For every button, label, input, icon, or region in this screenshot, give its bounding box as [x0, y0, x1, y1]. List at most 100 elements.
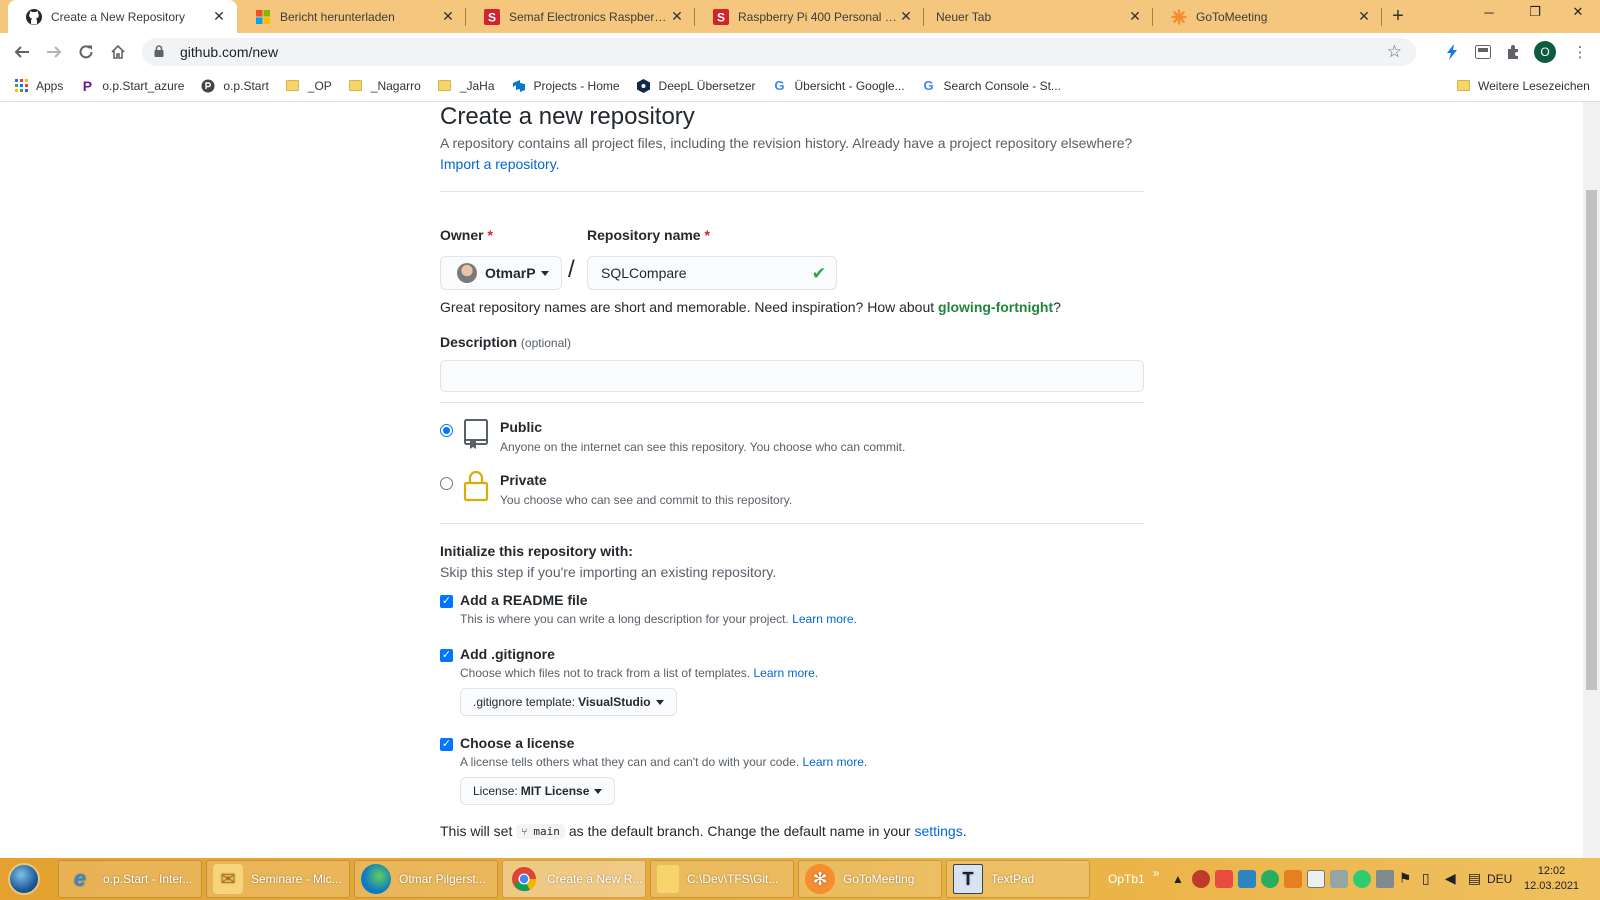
new-tab-button[interactable]: + [1382, 0, 1414, 33]
bookmark-projects-home[interactable]: Projects - Home [512, 79, 620, 93]
extensions-puzzle-icon[interactable] [1502, 40, 1526, 64]
license-title: Choose a license [460, 735, 575, 751]
learn-more-link[interactable]: Learn more. [753, 666, 818, 680]
power-icon[interactable]: ▯ [1422, 870, 1440, 888]
semaf-icon: S [484, 8, 500, 25]
restore-icon[interactable]: ❐ [1512, 0, 1558, 24]
tab-gotomeeting[interactable]: GoToMeeting ✕ [1153, 0, 1382, 33]
taskbar-toolbar[interactable]: OpTb1 » [1108, 858, 1159, 900]
flag-icon[interactable]: ⚑ [1399, 870, 1417, 888]
tab-semaf-raspberry[interactable]: S Semaf Electronics Raspberry Pi Offizie… [466, 0, 695, 33]
name-hint-suffix: ? [1053, 299, 1061, 315]
back-icon[interactable] [6, 36, 38, 68]
clock-time: 12:02 [1537, 865, 1566, 877]
readme-note: This is where you can write a long descr… [460, 612, 857, 626]
close-tab-icon[interactable]: ✕ [440, 8, 456, 25]
close-tab-icon[interactable]: ✕ [669, 8, 685, 25]
tray-network-icon[interactable] [1375, 870, 1394, 888]
bookmark-search-console[interactable]: G Search Console - St... [922, 78, 1060, 93]
language-indicator[interactable]: DEU [1487, 858, 1512, 900]
license-checkbox[interactable]: ✓ [440, 738, 453, 751]
page-scrollbar[interactable] [1583, 102, 1600, 858]
gitignore-note: Choose which files not to track from a l… [460, 666, 818, 680]
repository-name-input[interactable]: SQLCompare ✔ [587, 256, 837, 290]
owner-dropdown[interactable]: OtmarP [440, 256, 562, 290]
public-radio[interactable] [440, 424, 453, 437]
clock[interactable]: 12:02 12.03.2021 [1524, 858, 1579, 900]
gitignore-template-select[interactable]: .gitignore template: VisualStudio [460, 688, 677, 716]
tray-check-icon[interactable] [1352, 870, 1371, 888]
address-bar[interactable]: github.com/new ☆ [142, 38, 1416, 66]
network-icon[interactable]: ▤ [1468, 870, 1486, 888]
close-tab-icon[interactable]: ✕ [1356, 8, 1372, 25]
caret-down-icon [540, 270, 549, 276]
tray-app-icon[interactable] [1214, 870, 1233, 888]
forward-icon[interactable] [38, 36, 70, 68]
bookmark-label: o.p.Start [223, 78, 269, 93]
bookmark-deepl[interactable]: DeepL Übersetzer [637, 78, 755, 93]
name-suggestion-link[interactable]: glowing-fortnight [938, 299, 1053, 315]
extension-media-icon[interactable] [1471, 40, 1495, 64]
folder-icon [286, 79, 300, 93]
bookmark-folder-jaha[interactable]: _JaHa [438, 79, 495, 93]
tray-expand-icon[interactable]: ▲ [1172, 872, 1184, 886]
bookmark-label: Projects - Home [533, 78, 620, 93]
tray-app-icon[interactable] [1283, 870, 1302, 888]
import-repository-link[interactable]: Import a repository. [440, 156, 560, 172]
taskbar-item-edge[interactable]: Otmar Pilgerst... [354, 860, 498, 898]
windows-taskbar: e o.p.Start - Inter... ✉ Seminare - Mic.… [0, 858, 1600, 900]
tab-raspberry-pi-400[interactable]: S Raspberry Pi 400 Personal Computer ✕ [695, 0, 924, 33]
taskbar-item-gotomeeting[interactable]: ✻ GoToMeeting [798, 860, 942, 898]
folder-icon [1456, 79, 1470, 93]
close-tab-icon[interactable]: ✕ [211, 8, 227, 25]
reload-icon[interactable] [70, 36, 102, 68]
home-icon[interactable] [102, 36, 134, 68]
settings-link[interactable]: settings [914, 823, 962, 839]
chevron-icon[interactable]: » [1153, 866, 1160, 880]
learn-more-link[interactable]: Learn more. [792, 612, 857, 626]
bookmark-folder-nagarro[interactable]: _Nagarro [349, 79, 421, 93]
bookmark-google-uebersicht[interactable]: G Übersicht - Google... [772, 78, 905, 93]
scrollbar-thumb[interactable] [1586, 190, 1597, 690]
tray-shield-icon[interactable] [1237, 870, 1256, 888]
start-button[interactable] [0, 858, 48, 900]
readme-checkbox[interactable]: ✓ [440, 595, 453, 608]
close-window-icon[interactable]: ✕ [1556, 0, 1600, 24]
license-select[interactable]: License: MIT License [460, 777, 616, 805]
learn-more-link[interactable]: Learn more. [803, 755, 868, 769]
bookmark-opstart-azure[interactable]: P o.p.Start_azure [80, 78, 185, 94]
taskbar-item-textpad[interactable]: T TextPad [946, 860, 1090, 898]
bookmark-label: Übersicht - Google... [794, 78, 905, 93]
description-input[interactable] [440, 360, 1144, 392]
extension-lightning-icon[interactable] [1440, 40, 1464, 64]
svg-text:S: S [717, 10, 725, 24]
gitignore-checkbox[interactable]: ✓ [440, 649, 453, 662]
bookmark-other[interactable]: Weitere Lesezeichen [1456, 79, 1590, 93]
bookmark-star-icon[interactable]: ☆ [1387, 42, 1402, 62]
chrome-menu-icon[interactable]: ⋮ [1568, 40, 1592, 64]
taskbar-item-chrome[interactable]: Create a New R... [502, 860, 646, 898]
tab-create-repository[interactable]: Create a New Repository ✕ [8, 0, 237, 33]
taskbar-item-outlook[interactable]: ✉ Seminare - Mic... [206, 860, 350, 898]
minimize-icon[interactable]: ─ [1466, 0, 1512, 24]
tray-app-icon[interactable] [1329, 870, 1348, 888]
tray-app-icon[interactable] [1260, 870, 1279, 888]
public-title: Public [500, 419, 543, 435]
volume-icon[interactable]: ◀ [1445, 870, 1463, 888]
taskbar-item-explorer[interactable]: C:\Dev\TFS\Git... [650, 860, 794, 898]
private-radio[interactable] [440, 477, 453, 490]
tray-app-icon[interactable] [1191, 870, 1210, 888]
bookmark-apps[interactable]: Apps [14, 79, 63, 93]
bookmark-folder-op[interactable]: _OP [286, 79, 332, 93]
taskbar-item-ie[interactable]: e o.p.Start - Inter... [58, 860, 202, 898]
bookmark-opstart[interactable]: o.p.Start [201, 78, 269, 93]
required-mark: * [487, 227, 493, 243]
tray-monitor-icon[interactable] [1306, 870, 1325, 888]
tab-bericht[interactable]: Bericht herunterladen ✕ [237, 0, 466, 33]
private-title: Private [500, 472, 547, 488]
close-tab-icon[interactable]: ✕ [1127, 8, 1143, 25]
taskbar-label: GoToMeeting [843, 872, 915, 886]
close-tab-icon[interactable]: ✕ [898, 8, 914, 25]
profile-avatar[interactable]: O [1533, 40, 1557, 64]
tab-neuer-tab[interactable]: Neuer Tab ✕ [924, 0, 1153, 33]
